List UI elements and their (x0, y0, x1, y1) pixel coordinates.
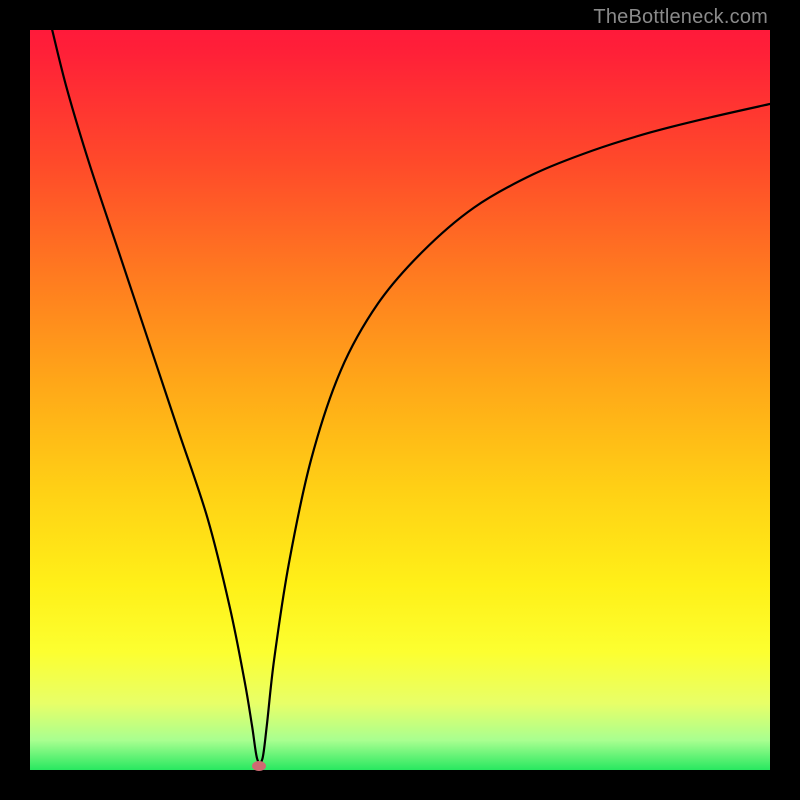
chart-frame: TheBottleneck.com (0, 0, 800, 800)
plot-area (30, 30, 770, 770)
watermark-text: TheBottleneck.com (593, 6, 768, 29)
minimum-marker (252, 761, 266, 771)
